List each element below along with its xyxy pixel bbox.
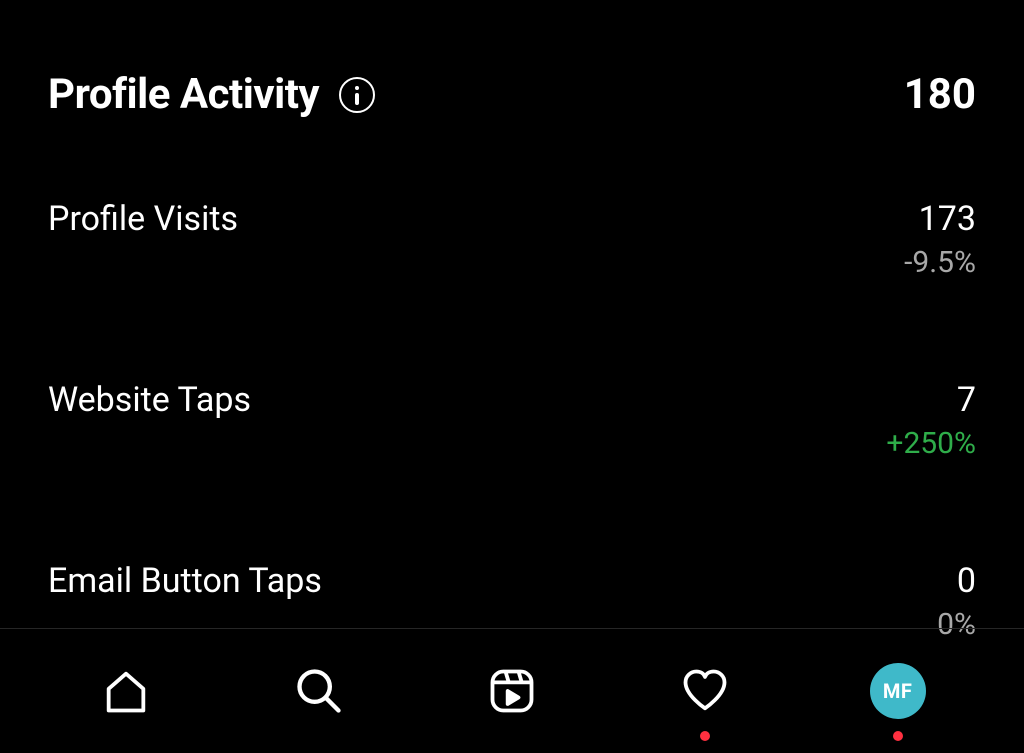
nav-activity[interactable] — [675, 661, 735, 721]
header-row: Profile Activity 180 — [48, 70, 976, 119]
stat-value: 173 — [904, 199, 976, 239]
stat-label: Profile Visits — [48, 199, 238, 239]
nav-home[interactable] — [96, 661, 156, 721]
stat-value: 7 — [886, 380, 976, 420]
stat-change: -9.5% — [904, 245, 976, 280]
avatar-initials: MF — [883, 679, 913, 703]
notification-dot-icon — [893, 731, 903, 741]
main-content: Profile Activity 180 Profile Visits 173 … — [0, 0, 1024, 642]
nav-reels[interactable] — [482, 661, 542, 721]
bottom-nav: MF — [0, 628, 1024, 753]
avatar: MF — [870, 663, 926, 719]
total-value: 180 — [904, 70, 976, 119]
page-title: Profile Activity — [48, 70, 319, 119]
stat-row-website-taps: Website Taps 7 +250% — [48, 380, 976, 461]
stat-change: +250% — [886, 426, 976, 461]
notification-dot-icon — [700, 731, 710, 741]
stat-row-profile-visits: Profile Visits 173 -9.5% — [48, 199, 976, 280]
stat-label: Email Button Taps — [48, 561, 322, 601]
nav-profile[interactable]: MF — [868, 661, 928, 721]
nav-search[interactable] — [289, 661, 349, 721]
stat-right: 7 +250% — [886, 380, 976, 461]
info-icon[interactable] — [339, 77, 375, 113]
header-left: Profile Activity — [48, 70, 375, 119]
stat-label: Website Taps — [48, 380, 251, 420]
stat-right: 173 -9.5% — [904, 199, 976, 280]
stat-value: 0 — [937, 561, 976, 601]
